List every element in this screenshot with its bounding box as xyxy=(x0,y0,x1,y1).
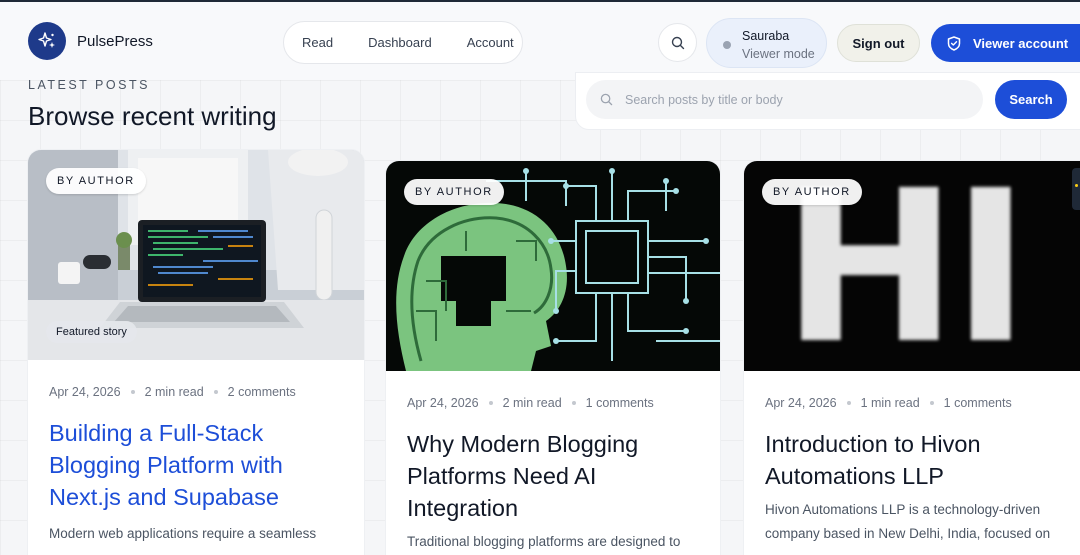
post-badge: BY AUTHOR xyxy=(46,168,146,194)
post-title[interactable]: Introduction to Hivon Automations LLP xyxy=(765,428,1065,492)
search-icon xyxy=(600,93,613,106)
search-input[interactable] xyxy=(625,92,965,107)
meta-separator xyxy=(213,389,218,394)
nav-dashboard[interactable]: Dashboard xyxy=(368,35,432,50)
post-card-3[interactable]: HI BY AUTHOR Apr 24, 2026 1 min read 1 com… xyxy=(743,160,1080,555)
meta-separator xyxy=(488,400,493,405)
viewer-account-button[interactable]: Viewer account xyxy=(931,24,1080,62)
post-read-time: 2 min read xyxy=(144,385,204,399)
user-name: Sauraba xyxy=(742,29,790,43)
post-thumbnail-ai-head[interactable]: BY AUTHOR xyxy=(386,161,720,371)
header-search-button[interactable] xyxy=(658,23,697,62)
post-date: Apr 24, 2026 xyxy=(765,396,837,410)
user-chip[interactable]: Sauraba Viewer mode xyxy=(706,18,827,68)
meta-separator xyxy=(130,389,135,394)
status-dot xyxy=(723,41,731,49)
post-thumbnail-laptop[interactable]: BY AUTHOR Featured story xyxy=(28,150,364,360)
section-eyebrow: LATEST POSTS xyxy=(28,78,150,92)
post-badge: BY AUTHOR xyxy=(404,179,504,205)
post-meta: Apr 24, 2026 2 min read 1 comments xyxy=(407,396,654,410)
search-field[interactable] xyxy=(586,80,983,119)
brand-logo[interactable] xyxy=(28,22,66,60)
post-title[interactable]: Why Modern Blogging Platforms Need AI In… xyxy=(407,428,707,524)
sign-out-button[interactable]: Sign out xyxy=(837,24,920,62)
post-date: Apr 24, 2026 xyxy=(49,385,121,399)
post-comments[interactable]: 1 comments xyxy=(944,396,1012,410)
post-thumbnail-hi[interactable]: HI BY AUTHOR xyxy=(744,161,1080,371)
post-comments[interactable]: 1 comments xyxy=(586,396,654,410)
nav-account[interactable]: Account xyxy=(467,35,514,50)
post-excerpt: Traditional blogging platforms are desig… xyxy=(407,534,681,549)
page-title: Browse recent writing xyxy=(28,101,277,131)
search-button[interactable]: Search xyxy=(995,80,1067,119)
post-card-2[interactable]: BY AUTHOR Apr 24, 2026 2 min read 1 commen… xyxy=(385,160,721,555)
side-panel-handle[interactable] xyxy=(1072,168,1080,210)
post-card-1[interactable]: BY AUTHOR Featured story Apr 24, 2026 2 m… xyxy=(27,149,365,555)
post-read-time: 2 min read xyxy=(502,396,562,410)
sparkle-icon xyxy=(38,32,55,48)
shield-icon xyxy=(947,35,961,51)
post-excerpt: Modern web applications require a seamle… xyxy=(49,526,317,541)
viewer-account-label: Viewer account xyxy=(973,35,1069,51)
post-read-time: 1 min read xyxy=(860,396,920,410)
post-meta: Apr 24, 2026 2 min read 2 comments xyxy=(49,385,296,399)
user-mode: Viewer mode xyxy=(742,47,815,61)
search-icon xyxy=(671,36,684,49)
post-date: Apr 24, 2026 xyxy=(407,396,479,410)
brand-name[interactable]: PulsePress xyxy=(77,33,153,50)
post-meta: Apr 24, 2026 1 min read 1 comments xyxy=(765,396,1012,410)
featured-badge: Featured story xyxy=(46,321,137,343)
post-excerpt: Hivon Automations LLP is a technology-dr… xyxy=(765,502,1051,541)
post-title[interactable]: Building a Full-Stack Blogging Platform … xyxy=(49,417,349,513)
post-badge: BY AUTHOR xyxy=(762,179,862,205)
meta-separator xyxy=(846,400,851,405)
meta-separator xyxy=(571,400,576,405)
meta-separator xyxy=(929,400,934,405)
nav-read[interactable]: Read xyxy=(302,35,333,50)
site-header: PulsePress Read Dashboard Account Saurab… xyxy=(0,2,1080,80)
post-comments[interactable]: 2 comments xyxy=(228,385,296,399)
main-nav: Read Dashboard Account xyxy=(283,21,523,64)
